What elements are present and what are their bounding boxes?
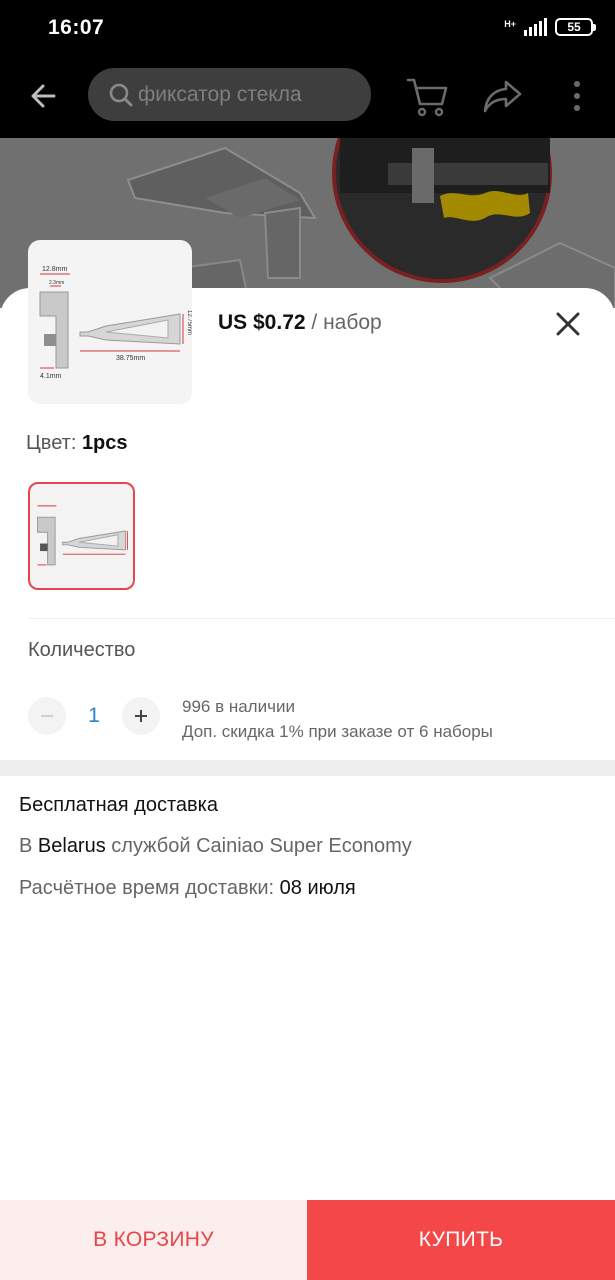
- cart-icon: [406, 78, 448, 117]
- delivery-estimate-date: 08 июля: [279, 877, 356, 899]
- battery-level: 55: [567, 20, 581, 34]
- delivery-estimate-label: Расчётное время доставки:: [19, 877, 280, 899]
- shipping-method[interactable]: В Belarus службой Cainiao Super Economy: [19, 835, 412, 858]
- price: US $0.72 / набор: [218, 311, 382, 335]
- plus-icon: [135, 710, 147, 722]
- search-icon: [109, 83, 133, 106]
- more-vertical-icon: [574, 81, 580, 111]
- color-selected-value: 1pcs: [81, 432, 128, 454]
- quantity-value[interactable]: 1: [74, 704, 114, 728]
- shipping-country: Belarus: [37, 835, 106, 857]
- dimension-label: 4.1mm: [40, 373, 62, 380]
- variant-option-1pcs[interactable]: [28, 482, 135, 590]
- search-bar[interactable]: фиксатор стекла: [88, 68, 371, 121]
- stock-availability: 996 в наличии: [182, 697, 295, 716]
- variant-thumbnail-image: [37, 505, 128, 566]
- shipping-service: службой Cainiao Super Economy: [105, 835, 412, 857]
- dimension-label: 2.3mm: [49, 280, 64, 286]
- back-arrow-icon: [31, 84, 56, 108]
- more-options-button[interactable]: [562, 76, 592, 116]
- search-query: фиксатор стекла: [138, 82, 302, 106]
- divider: [28, 618, 615, 619]
- back-button[interactable]: [24, 76, 64, 116]
- dimension-label: 38.75mm: [116, 355, 145, 362]
- shipping-title: Бесплатная доставка: [19, 794, 218, 816]
- dimension-label: 12.8mm: [42, 266, 67, 273]
- network-type: H+: [504, 18, 516, 29]
- status-icons: H+ 55: [504, 14, 596, 40]
- add-to-cart-button[interactable]: В КОРЗИНУ: [0, 1200, 307, 1280]
- delivery-estimate: Расчётное время доставки: 08 июля: [19, 877, 356, 900]
- status-bar: 16:07 H+ 55: [0, 0, 615, 54]
- close-icon: [556, 312, 580, 336]
- share-button[interactable]: [480, 76, 526, 116]
- bulk-discount-note: Доп. скидка 1% при заказе от 6 наборы: [182, 722, 493, 741]
- price-amount: US $0.72: [218, 311, 306, 334]
- minus-icon: [41, 715, 53, 717]
- quantity-decrease-button[interactable]: [28, 697, 66, 735]
- quantity-label: Количество: [28, 639, 136, 661]
- product-thumbnail[interactable]: 12.8mm 2.3mm 4.1mm 38.75mm 12.75mm: [28, 240, 192, 404]
- price-unit: / набор: [305, 311, 382, 334]
- battery-icon: 55: [555, 18, 596, 36]
- buy-now-button[interactable]: КУПИТЬ: [307, 1200, 615, 1280]
- signal-icon: [524, 18, 547, 36]
- product-diagram-image: 12.8mm 2.3mm 4.1mm 38.75mm 12.75mm: [39, 266, 192, 380]
- quantity-increase-button[interactable]: [122, 697, 160, 735]
- cart-button[interactable]: [404, 74, 450, 118]
- shipping-to-prefix: В: [19, 835, 38, 857]
- dimension-label: 12.75mm: [186, 310, 192, 335]
- close-button[interactable]: [552, 308, 584, 340]
- status-time: 16:07: [48, 16, 105, 39]
- top-bar: фиксатор стекла: [0, 54, 615, 138]
- share-icon: [483, 80, 522, 113]
- color-label-prefix: Цвет:: [26, 432, 82, 454]
- section-separator: [0, 760, 615, 776]
- color-label: Цвет: 1pcs: [26, 432, 128, 455]
